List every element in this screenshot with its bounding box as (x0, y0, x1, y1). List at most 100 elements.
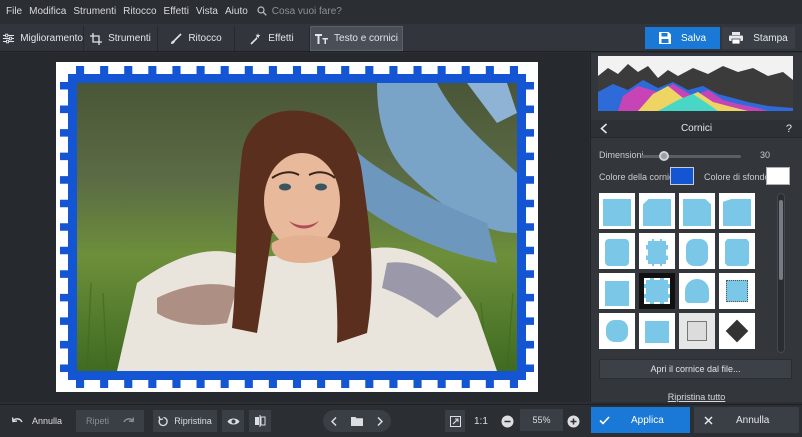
chevron-right-icon (377, 416, 383, 426)
compare-button[interactable] (249, 410, 271, 432)
cancel-button[interactable]: Annulla (694, 407, 799, 433)
save-label: Salva (680, 32, 706, 44)
frame-thumbnail[interactable] (599, 313, 635, 349)
frame-thumbnail[interactable] (639, 273, 675, 309)
menu-file[interactable]: File (6, 6, 22, 17)
sliders-icon (3, 33, 15, 44)
tab-label: Miglioramento (20, 33, 83, 44)
previous-image-button[interactable] (323, 410, 345, 432)
tab-label: Strumenti (108, 33, 151, 44)
printer-icon (729, 32, 744, 44)
frame-thumbnail[interactable] (719, 193, 755, 229)
zoom-out-button[interactable] (501, 410, 514, 432)
redo-button[interactable]: Ripeti (76, 410, 144, 432)
menu-retouch[interactable]: Ritocco (123, 6, 156, 17)
menu-effects[interactable]: Effetti (164, 6, 189, 17)
folder-icon (351, 417, 363, 426)
tab-label: Ritocco (188, 33, 222, 44)
brush-icon (171, 32, 182, 44)
checkmark-icon (599, 415, 610, 425)
panel-title: Cornici (680, 123, 713, 134)
undo-button[interactable]: Annulla (12, 410, 62, 432)
background-color-swatch[interactable] (766, 167, 790, 185)
eye-icon (227, 418, 239, 424)
cancel-label: Annulla (736, 414, 770, 426)
frame-thumbnail[interactable] (679, 273, 715, 309)
frame-thumbnail[interactable] (599, 193, 635, 229)
apply-label: Applica (631, 414, 664, 426)
compare-icon (255, 415, 266, 427)
tab-text-and-frames[interactable]: Testo e cornici (310, 26, 403, 51)
frame-thumbnail[interactable] (719, 273, 755, 309)
magic-wand-icon (250, 32, 261, 45)
fit-screen-icon (449, 415, 461, 427)
chevron-left-icon (331, 416, 337, 426)
frame-thumbnail[interactable] (599, 233, 635, 269)
frame-thumbnail[interactable] (679, 233, 715, 269)
frame-thumbnail[interactable] (599, 273, 635, 309)
frame-thumbnail[interactable] (719, 313, 755, 349)
back-arrow-icon[interactable] (600, 123, 608, 134)
preview-eye-button[interactable] (222, 410, 244, 432)
right-panel: Cornici ? Dimensioni 30 Colore della cor… (590, 53, 802, 402)
canvas-area[interactable] (0, 53, 589, 402)
print-label: Stampa (753, 32, 788, 44)
background-color-label: Colore di sfondo: (704, 172, 773, 182)
menu-tools[interactable]: Strumenti (73, 6, 116, 17)
search-box[interactable] (257, 5, 392, 17)
actual-size-button[interactable]: 1:1 (474, 410, 488, 432)
redo-icon (123, 416, 134, 422)
fit-to-screen-button[interactable] (445, 410, 465, 432)
frame-thumbnails (599, 193, 759, 353)
scrollbar-thumb[interactable] (779, 200, 783, 280)
photo-image (77, 83, 517, 371)
undo-label: Annulla (32, 416, 63, 426)
frame-thumbnail[interactable] (719, 233, 755, 269)
frames-panel-header: Cornici ? (591, 120, 802, 138)
search-icon (257, 6, 267, 16)
save-button[interactable]: Salva (645, 27, 720, 49)
frame-thumbnail[interactable] (639, 233, 675, 269)
apply-button[interactable]: Applica (591, 407, 690, 433)
tab-enhancement[interactable]: Miglioramento (3, 26, 84, 51)
zoom-out-icon (501, 415, 514, 427)
restore-button[interactable]: Ripristina (153, 410, 217, 432)
frame-color-label: Colore della cornice: (599, 172, 682, 182)
restore-icon (158, 415, 168, 426)
frame-thumbnail[interactable] (639, 313, 675, 349)
zoom-in-button[interactable] (567, 410, 580, 432)
tab-tools[interactable]: Strumenti (84, 26, 158, 51)
zoom-level-field[interactable]: 55% (520, 409, 563, 431)
open-folder-button[interactable] (345, 410, 369, 432)
tab-label: Testo e cornici (334, 33, 398, 44)
print-button[interactable]: Stampa (722, 27, 795, 49)
histogram (598, 56, 793, 111)
reset-all-link[interactable]: Ripristina tutto (591, 392, 802, 402)
thumbnails-scrollbar[interactable] (777, 193, 785, 353)
framed-photo (56, 62, 538, 392)
redo-label: Ripeti (85, 416, 109, 426)
size-slider[interactable] (641, 151, 741, 161)
close-icon (704, 415, 713, 425)
tab-effects[interactable]: Effetti (235, 26, 310, 51)
zoom-in-icon (567, 415, 580, 427)
next-image-button[interactable] (369, 410, 391, 432)
frame-thumbnail[interactable] (639, 193, 675, 229)
restore-label: Ripristina (174, 416, 212, 426)
menu-edit[interactable]: Modifica (29, 6, 66, 17)
menu-help[interactable]: Aiuto (225, 6, 248, 17)
tab-label: Effetti (268, 33, 294, 44)
frame-thumbnail[interactable] (679, 193, 715, 229)
size-value: 30 (760, 150, 771, 160)
help-button[interactable]: ? (786, 123, 792, 135)
frame-thumbnail[interactable] (679, 313, 715, 349)
portrait-illustration (77, 83, 517, 371)
open-frame-from-file-button[interactable]: Apri il cornice dal file... (599, 359, 792, 379)
size-label: Dimensioni (599, 150, 644, 160)
tab-retouch[interactable]: Ritocco (158, 26, 235, 51)
menu-view[interactable]: Vista (196, 6, 218, 17)
search-input[interactable] (271, 5, 392, 17)
frame-color-swatch[interactable] (670, 167, 694, 185)
menu-bar: File Modifica Strumenti Ritocco Effetti … (0, 0, 802, 22)
size-slider-handle[interactable] (659, 151, 669, 161)
